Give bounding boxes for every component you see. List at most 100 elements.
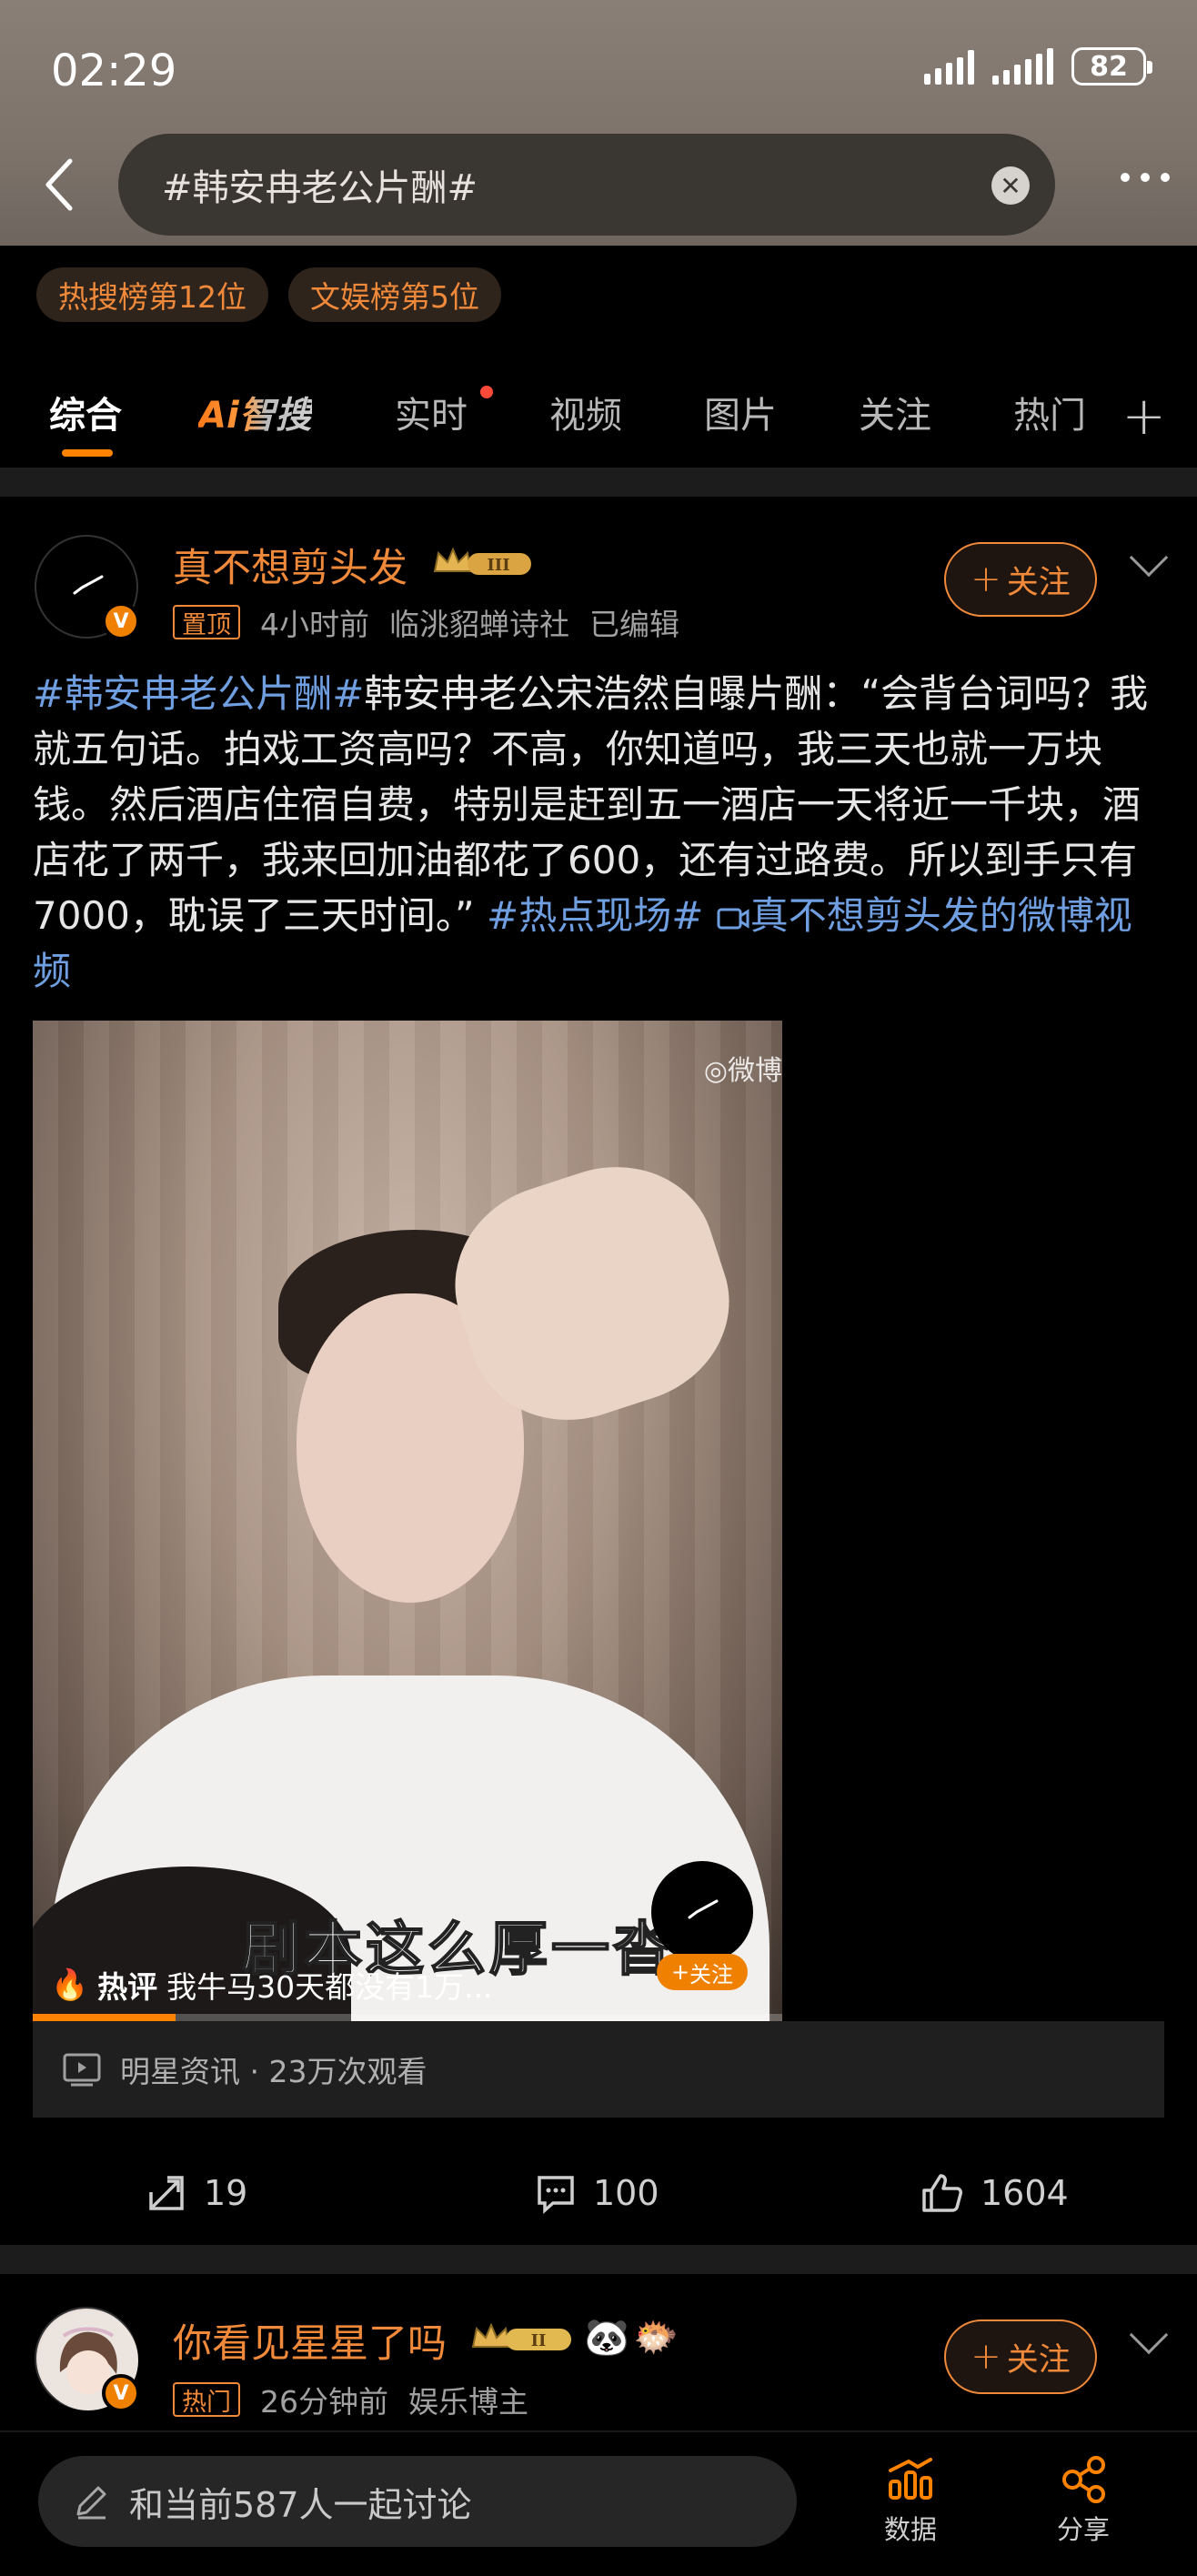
chevron-left-icon [45, 158, 73, 211]
tab-bar: 综合 Ai智搜 实时 视频 图片 关注 热门 [0, 364, 1197, 464]
repost-button[interactable]: 19 [146, 2172, 247, 2214]
crown-icon: III [433, 547, 531, 575]
avatar-check-icon [688, 1899, 719, 1919]
battery-icon: 82 [1071, 47, 1152, 86]
avatar-2[interactable]: V [35, 2307, 140, 2412]
share-label: 分享 [1056, 2514, 1110, 2545]
tab-following[interactable]: 关注 [859, 386, 931, 438]
tab-underline [62, 449, 113, 457]
level-badge: III [431, 544, 537, 580]
comment-button[interactable]: 100 [535, 2172, 659, 2214]
more-icon[interactable] [1121, 173, 1170, 182]
post-time-2: 26分钟前 [260, 2384, 388, 2420]
video-avatar[interactable] [651, 1861, 753, 1963]
crown-icon: II [471, 2322, 571, 2350]
repost-count: 19 [204, 2173, 248, 2213]
signal-icon [924, 48, 974, 85]
level-badge-2: II [469, 2319, 577, 2356]
post-meta-2: 热门 26分钟前 娱乐博主 [173, 2378, 528, 2421]
pin-tag: 置顶 [173, 605, 240, 639]
tab-overview[interactable]: 综合 [49, 386, 122, 438]
new-dot [480, 386, 493, 398]
bottom-bar: 和当前587人一起讨论 数据 分享 [0, 2430, 1197, 2576]
post-text: #韩安冉老公片酬#韩安冉老公宋浩然自曝片酬：“会背台词吗？我就五句话。拍戏工资高… [33, 666, 1170, 999]
video-follow-button[interactable]: + 关注 [657, 1954, 748, 1990]
follow-button[interactable]: + 关注 [944, 542, 1097, 617]
follow-label: 关注 [1006, 564, 1071, 601]
panda-icon: 🐼 [584, 2317, 629, 2359]
username[interactable]: 真不想剪头发 [173, 537, 407, 593]
rank-tag-ent[interactable]: 文娱榜第5位 [288, 267, 501, 322]
like-button[interactable]: 1604 [920, 2172, 1069, 2214]
plus-icon: + [971, 558, 1001, 600]
video-progress-fill [33, 2014, 176, 2021]
weibo-watermark: ◎微博 [704, 1048, 782, 1088]
tab-hot[interactable]: 热门 [1013, 386, 1086, 438]
tab-images[interactable]: 图片 [704, 386, 777, 438]
add-tab-icon[interactable]: + [1122, 389, 1166, 442]
post-source: 临洮貂蝉诗社 [389, 607, 569, 642]
pencil-icon [76, 2486, 106, 2520]
post-source-2: 娱乐博主 [408, 2384, 528, 2420]
post-time: 4小时前 [260, 607, 369, 642]
comment-icon [538, 2176, 574, 2214]
hot-label: 热评 [97, 1969, 158, 2005]
battery-level: 82 [1090, 50, 1128, 83]
edited-label: 已编辑 [589, 607, 679, 642]
status-time: 02:29 [51, 45, 177, 96]
hot-comment[interactable]: 🔥 热评 我牛马30天都没有1万... [51, 1963, 493, 2007]
header: 02:29 82 #韩安冉老公片酬# ✕ [0, 0, 1197, 246]
tab-video[interactable]: 视频 [549, 386, 622, 438]
chevron-down-icon[interactable] [1129, 2315, 1169, 2355]
tab-realtime[interactable]: 实时 [395, 386, 468, 438]
repost-icon [149, 2176, 184, 2210]
like-count: 1604 [981, 2173, 1069, 2213]
plus-icon: + [971, 2336, 1001, 2378]
hot-comment-text: 我牛马30天都没有1万... [166, 1969, 493, 2005]
divider [0, 468, 1197, 497]
watermark-text: 微博 [728, 1055, 782, 1087]
username-2[interactable]: 你看见星星了吗 [173, 2312, 447, 2369]
post-actions: 19 100 1604 [0, 2159, 1197, 2241]
video-link-icon [717, 908, 749, 930]
hashtag-link[interactable]: #韩安冉老公片酬# [33, 671, 364, 716]
ai-label: 智搜 [238, 395, 312, 437]
hashtag-link-2[interactable]: #热点现场# [487, 893, 703, 938]
follow-button-2[interactable]: + 关注 [944, 2319, 1097, 2394]
fish-icon: 🐡 [633, 2317, 679, 2359]
share-button[interactable]: 分享 [1033, 2456, 1133, 2547]
tab-ai-search[interactable]: Ai智搜 [198, 386, 312, 438]
share-icon [1062, 2456, 1105, 2503]
rank-tag-hot[interactable]: 热搜榜第12位 [36, 267, 268, 322]
level-text-2: II [531, 2331, 547, 2350]
level-text: III [487, 556, 509, 575]
rank-tags: 热搜榜第12位 文娱榜第5位 [36, 267, 501, 322]
play-icon [63, 2053, 101, 2087]
signal-icon-2 [992, 48, 1053, 85]
status-icons: 82 [924, 47, 1152, 86]
discussion-input[interactable]: 和当前587人一起讨论 [38, 2456, 797, 2547]
ai-prefix: Ai [198, 395, 239, 437]
post-meta: 置顶 4小时前 临洮貂蝉诗社 已编辑 [173, 600, 679, 644]
avatar[interactable]: V [35, 535, 140, 640]
search-input[interactable]: #韩安冉老公片酬# ✕ [118, 134, 1055, 236]
verified-icon: V [102, 2374, 140, 2412]
clear-icon[interactable]: ✕ [991, 166, 1030, 205]
video-source[interactable]: 明星资讯 · 23万次观看 [33, 2021, 1164, 2118]
video-source-text: 明星资讯 · 23万次观看 [120, 2054, 428, 2089]
chevron-down-icon[interactable] [1129, 538, 1169, 578]
weibo-logo-icon: ◎ [703, 1055, 728, 1087]
hot-tag: 热门 [173, 2382, 240, 2417]
discussion-placeholder: 和当前587人一起讨论 [129, 2484, 472, 2525]
divider [0, 2245, 1197, 2274]
search-query: #韩安冉老公片酬# [162, 167, 478, 209]
comment-count: 100 [593, 2173, 659, 2213]
back-button[interactable] [36, 153, 82, 216]
data-button[interactable]: 数据 [860, 2456, 961, 2547]
video-player[interactable]: ◎微博 剧本这么厚一沓 🔥 热评 我牛马30天都没有1万... + 关注 [33, 1021, 782, 2021]
video-progress[interactable] [33, 2014, 782, 2021]
data-label: 数据 [883, 2514, 937, 2545]
video-follow-label: 关注 [689, 1961, 734, 1987]
flame-icon: 🔥 [51, 1967, 89, 2002]
bar-chart-icon [889, 2458, 932, 2500]
